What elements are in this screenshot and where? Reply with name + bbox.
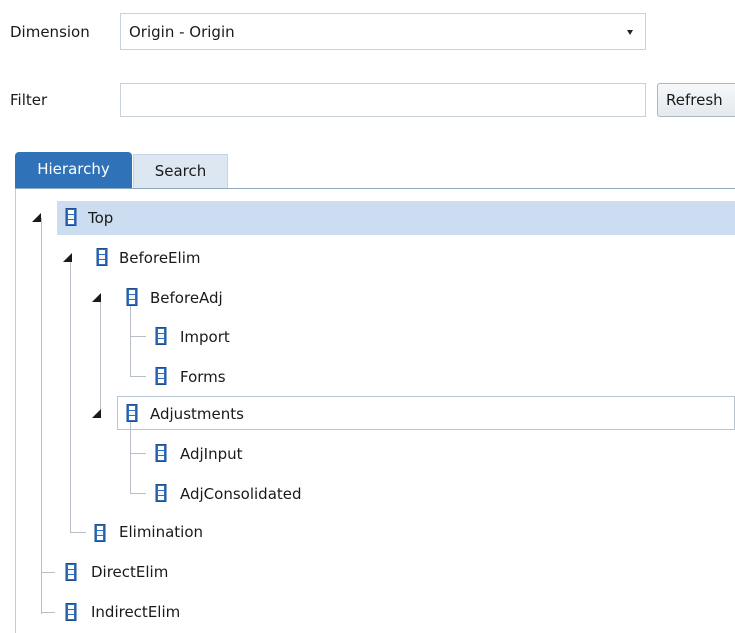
member-icon: [126, 288, 138, 306]
collapse-triangle-icon[interactable]: [32, 213, 41, 222]
chevron-down-icon: [627, 30, 633, 35]
collapse-triangle-icon[interactable]: [92, 293, 101, 302]
member-icon: [96, 248, 108, 266]
tab-search[interactable]: Search: [133, 154, 228, 188]
tree-node-label: Top: [88, 209, 114, 227]
tree-node-label: BeforeElim: [119, 249, 201, 267]
member-icon: [126, 404, 138, 422]
tree-node-label: Import: [180, 328, 230, 346]
tab-hierarchy[interactable]: Hierarchy: [15, 152, 132, 188]
collapse-triangle-icon[interactable]: [92, 409, 101, 418]
member-icon: [94, 524, 106, 542]
member-icon: [65, 208, 77, 226]
dimension-select[interactable]: Origin - Origin: [120, 13, 646, 50]
refresh-button[interactable]: Refresh: [657, 83, 735, 117]
member-icon: [155, 327, 167, 345]
tree-node-label: IndirectElim: [91, 603, 181, 621]
member-icon: [155, 444, 167, 462]
member-icon: [155, 484, 167, 502]
tree-node-label: Forms: [180, 368, 226, 386]
collapse-triangle-icon[interactable]: [63, 253, 72, 262]
tree-node-label: Adjustments: [150, 405, 244, 423]
dimension-label: Dimension: [10, 23, 90, 41]
tree-node-label: AdjConsolidated: [180, 485, 302, 503]
tree-node-label: AdjInput: [180, 445, 243, 463]
filter-label: Filter: [10, 91, 48, 109]
filter-input[interactable]: [120, 83, 646, 117]
tree-row-selected-highlight: [57, 201, 735, 235]
tree-node-label: DirectElim: [91, 563, 169, 581]
member-icon: [65, 603, 77, 621]
tree-node-label: Elimination: [119, 523, 204, 541]
member-icon: [65, 563, 77, 581]
dimension-browser: Dimension Origin - Origin Filter Refresh…: [0, 0, 735, 633]
tree-node-label: BeforeAdj: [150, 289, 223, 307]
dimension-select-value: Origin - Origin: [129, 23, 235, 41]
member-icon: [155, 367, 167, 385]
